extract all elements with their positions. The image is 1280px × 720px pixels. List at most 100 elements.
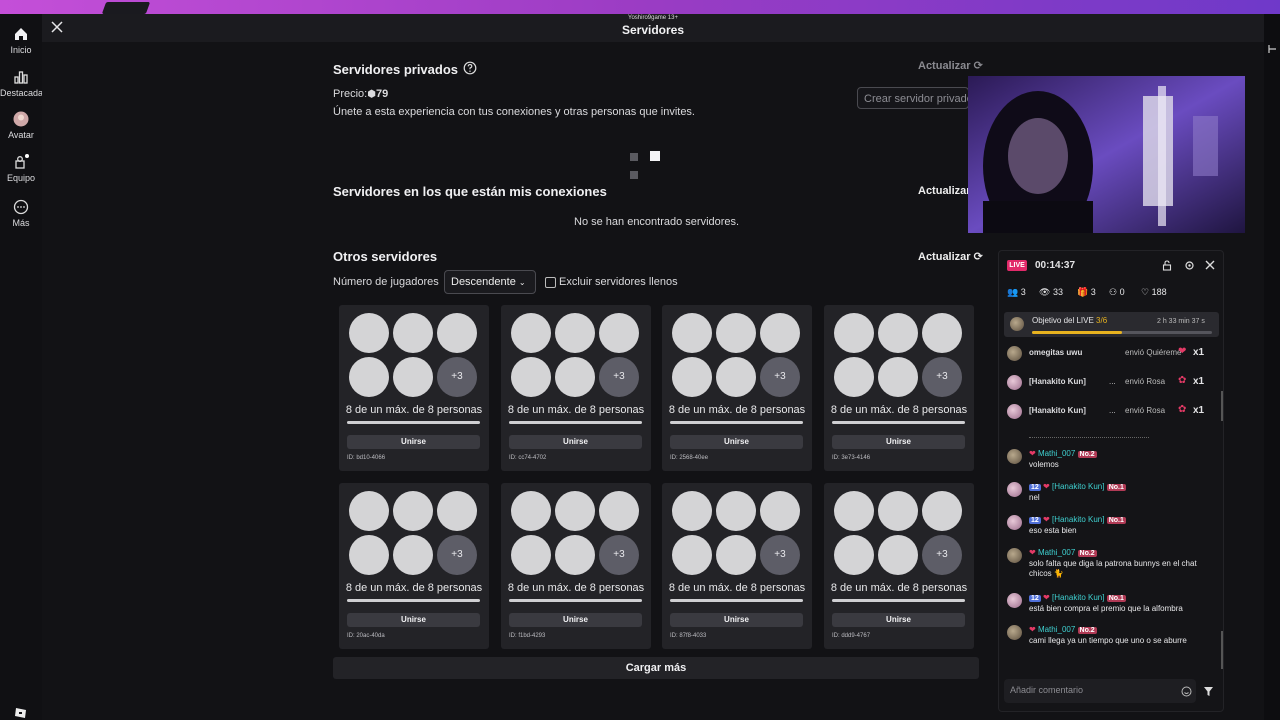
gift-row: [Hanakito Kun]... envió Rosa ✿ x1: [1007, 375, 1219, 391]
player-avatar[interactable]: [349, 491, 389, 531]
comment-username[interactable]: [Hanakito Kun]: [1052, 593, 1104, 602]
comment-username[interactable]: [Hanakito Kun]: [1052, 515, 1104, 524]
player-avatar[interactable]: [716, 357, 756, 397]
settings-icon[interactable]: [1184, 260, 1195, 271]
player-avatar[interactable]: [878, 357, 918, 397]
player-avatar[interactable]: [555, 313, 595, 353]
player-avatar[interactable]: [922, 491, 962, 531]
user-avatar[interactable]: [1007, 515, 1022, 530]
sidebar-item-equipo[interactable]: Equipo: [0, 154, 42, 183]
player-avatar[interactable]: [349, 357, 389, 397]
user-avatar[interactable]: [1007, 593, 1022, 608]
join-button[interactable]: Unirse: [509, 613, 642, 627]
player-avatar[interactable]: [555, 535, 595, 575]
carousel-dot[interactable]: [630, 171, 638, 179]
close-icon[interactable]: [50, 20, 64, 34]
comment-header: ❤ Mathi_007 No.2: [1029, 625, 1097, 634]
player-avatar[interactable]: [393, 535, 433, 575]
player-avatar[interactable]: [393, 357, 433, 397]
player-avatar[interactable]: [349, 535, 389, 575]
user-avatar[interactable]: [1007, 346, 1022, 361]
player-avatar[interactable]: [511, 535, 551, 575]
player-avatar[interactable]: [716, 535, 756, 575]
live-goal[interactable]: Objetivo del LIVE 3/6 2 h 33 min 37 s: [1004, 312, 1219, 337]
close-icon[interactable]: [1205, 260, 1215, 270]
join-button[interactable]: Unirse: [347, 613, 480, 627]
filter-icon[interactable]: [1203, 686, 1214, 697]
player-avatar[interactable]: [834, 357, 874, 397]
join-button[interactable]: Unirse: [832, 613, 965, 627]
carousel-dot-active[interactable]: [650, 151, 660, 161]
private-refresh-button[interactable]: Actualizar ⟳: [918, 59, 983, 72]
comment-username[interactable]: Mathi_007: [1038, 625, 1075, 634]
player-avatar[interactable]: [716, 491, 756, 531]
player-avatar[interactable]: [437, 313, 477, 353]
player-avatar[interactable]: [760, 491, 800, 531]
user-avatar[interactable]: [1007, 404, 1022, 419]
player-avatar[interactable]: [599, 313, 639, 353]
player-avatar[interactable]: [511, 357, 551, 397]
join-button[interactable]: Unirse: [670, 435, 803, 449]
scrollbar[interactable]: [1221, 391, 1223, 421]
scrollbar[interactable]: [1221, 631, 1223, 669]
player-avatar[interactable]: [393, 491, 433, 531]
server-capacity: 8 de un máx. de 8 personas: [830, 582, 968, 594]
gift-row: [Hanakito Kun]... envió Rosa ✿ x1: [1007, 404, 1219, 420]
join-button[interactable]: Unirse: [347, 435, 480, 449]
player-avatar[interactable]: [599, 491, 639, 531]
sidebar-item-mas[interactable]: Más: [0, 199, 42, 228]
gift-username[interactable]: omegitas uwu: [1029, 348, 1082, 357]
sort-dropdown[interactable]: Descendente ⌄: [444, 270, 536, 294]
join-button[interactable]: Unirse: [509, 435, 642, 449]
player-avatar[interactable]: [878, 491, 918, 531]
user-avatar[interactable]: [1007, 548, 1022, 563]
help-icon[interactable]: [463, 61, 477, 75]
player-avatar[interactable]: [716, 313, 756, 353]
player-avatar[interactable]: [511, 491, 551, 531]
player-avatar[interactable]: [834, 535, 874, 575]
player-avatar[interactable]: [672, 535, 712, 575]
sidebar-item-label: Inicio: [10, 45, 32, 55]
player-avatar[interactable]: [834, 491, 874, 531]
carousel-dot[interactable]: [630, 153, 638, 161]
player-avatar[interactable]: [878, 535, 918, 575]
player-avatar[interactable]: [834, 313, 874, 353]
sidebar-item-inicio[interactable]: Inicio: [0, 26, 42, 55]
expand-icon[interactable]: [1268, 44, 1278, 54]
user-avatar[interactable]: [1007, 375, 1022, 390]
sidebar-item-avatar[interactable]: Avatar: [0, 111, 42, 140]
other-refresh-button[interactable]: Actualizar ⟳: [918, 250, 983, 263]
player-avatar[interactable]: [760, 313, 800, 353]
exclude-full-checkbox[interactable]: [545, 277, 556, 288]
comment-username[interactable]: [Hanakito Kun]: [1052, 482, 1104, 491]
player-avatar[interactable]: [555, 491, 595, 531]
private-description: Únete a esta experiencia con tus conexio…: [333, 106, 695, 118]
player-avatar[interactable]: [672, 357, 712, 397]
comment-username[interactable]: Mathi_007: [1038, 449, 1075, 458]
friends-refresh-button[interactable]: Actualizar: [918, 185, 971, 197]
player-avatar[interactable]: [555, 357, 595, 397]
player-avatar[interactable]: [349, 313, 389, 353]
create-private-server-button[interactable]: Crear servidor privado: [857, 87, 969, 109]
player-avatar[interactable]: [672, 491, 712, 531]
sidebar-item-destacadas[interactable]: Destacadas: [0, 69, 48, 98]
comment-username[interactable]: Mathi_007: [1038, 548, 1075, 557]
user-avatar[interactable]: [1007, 482, 1022, 497]
player-avatar[interactable]: [511, 313, 551, 353]
join-button[interactable]: Unirse: [832, 435, 965, 449]
player-avatar[interactable]: [672, 313, 712, 353]
load-more-button[interactable]: Cargar más: [333, 657, 979, 679]
join-button[interactable]: Unirse: [670, 613, 803, 627]
comment-input[interactable]: Añadir comentario: [1004, 679, 1196, 703]
player-avatar[interactable]: [922, 313, 962, 353]
player-avatar[interactable]: [393, 313, 433, 353]
gift-username[interactable]: [Hanakito Kun]: [1029, 377, 1086, 386]
emoji-icon[interactable]: [1181, 686, 1192, 697]
user-avatar[interactable]: [1007, 625, 1022, 640]
roblox-logo-icon[interactable]: [14, 707, 28, 719]
lock-icon[interactable]: [1162, 260, 1172, 271]
user-avatar[interactable]: [1007, 449, 1022, 464]
player-avatar[interactable]: [437, 491, 477, 531]
gift-username[interactable]: [Hanakito Kun]: [1029, 406, 1086, 415]
player-avatar[interactable]: [878, 313, 918, 353]
